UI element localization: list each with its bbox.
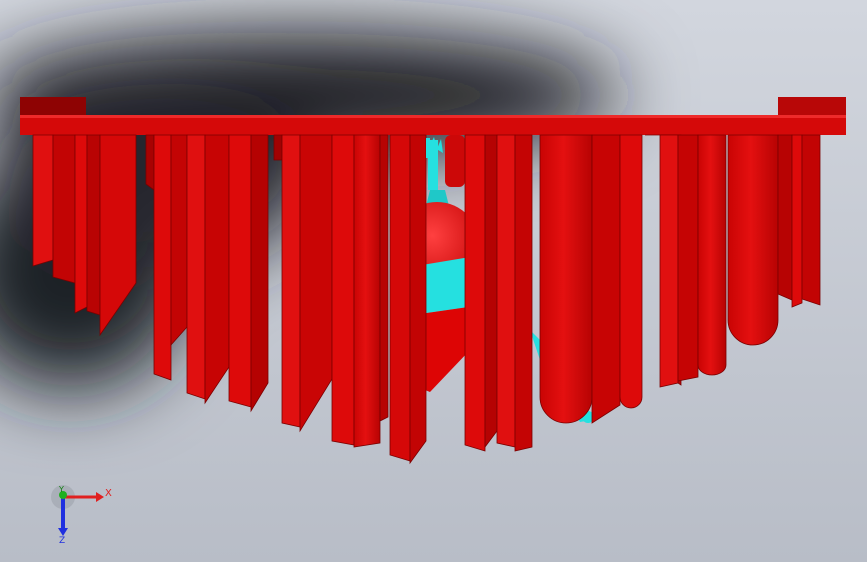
x-axis-label: X <box>105 488 112 499</box>
y-axis-label: Y <box>58 485 64 494</box>
coordinate-triad: X Y Z <box>51 485 112 544</box>
x-arrowhead-icon <box>96 492 104 502</box>
z-arrowhead-icon <box>58 528 68 536</box>
z-axis-label: Z <box>59 536 65 544</box>
3d-viewport[interactable] <box>0 0 867 562</box>
